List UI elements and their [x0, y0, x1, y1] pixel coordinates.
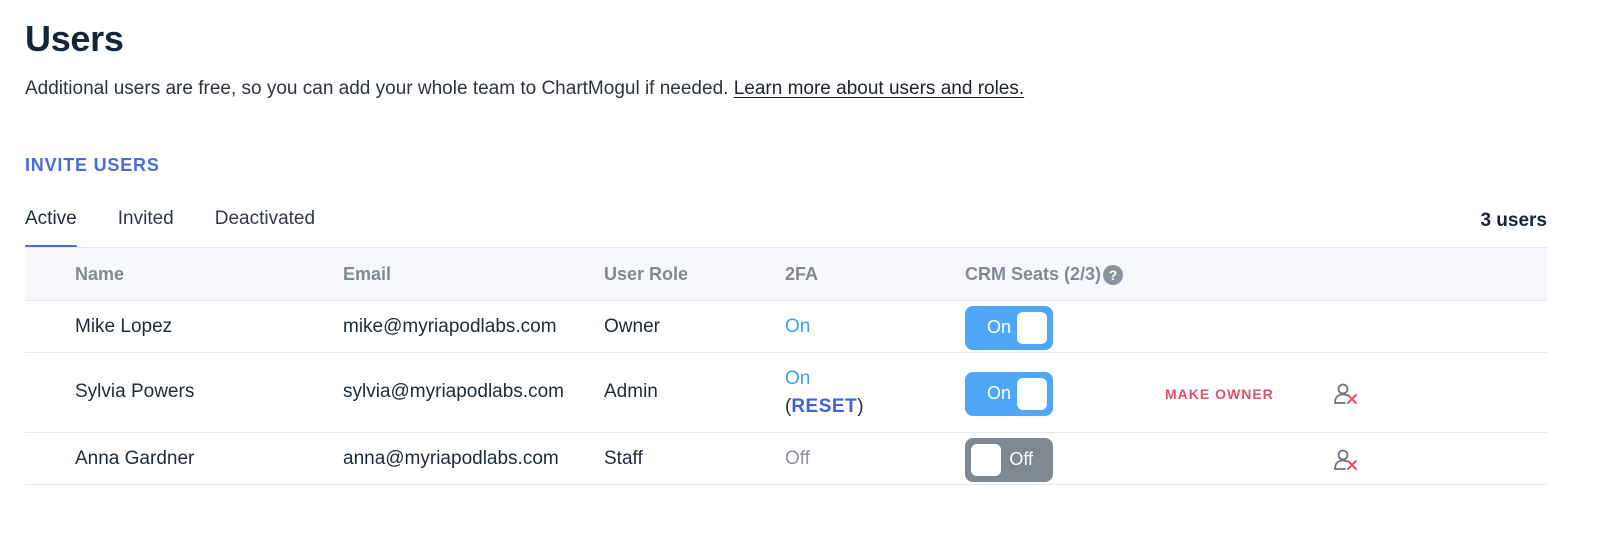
user-role: Admin — [604, 381, 658, 402]
user-name: Mike Lopez — [75, 316, 173, 337]
user-role: Staff — [604, 448, 643, 469]
column-header-2fa: 2FA — [785, 264, 819, 284]
column-header-crm-seats: CRM Seats (2/3) ? — [965, 264, 1124, 285]
table-row: Sylvia Powers sylvia@myriapodlabs.com Ad… — [25, 353, 1547, 433]
table-row: Mike Lopez mike@myriapodlabs.com Owner O… — [25, 301, 1547, 353]
column-header-role: User Role — [604, 264, 689, 284]
crm-seat-toggle[interactable]: On — [965, 306, 1053, 350]
toggle-label: Off — [1009, 449, 1033, 469]
toggle-knob — [971, 444, 1001, 476]
question-circle-icon[interactable]: ? — [1103, 264, 1124, 285]
toggle-knob — [1017, 378, 1047, 410]
toggle-label: On — [987, 383, 1012, 403]
remove-user-icon[interactable] — [1333, 381, 1359, 407]
crm-seat-toggle[interactable]: Off — [965, 438, 1053, 482]
column-header-name: Name — [75, 264, 125, 284]
user-role: Owner — [604, 316, 660, 337]
table-row: Anna Gardner anna@myriapodlabs.com Staff… — [25, 433, 1547, 485]
users-table: Name Email User Role 2FA CRM Seats (2/3)… — [25, 247, 1547, 485]
reset-2fa-button[interactable]: RESET — [791, 396, 857, 417]
toggle-label: On — [987, 317, 1012, 337]
user-name: Sylvia Powers — [75, 381, 195, 402]
table-header: Name Email User Role 2FA CRM Seats (2/3)… — [25, 247, 1547, 301]
user-status-tabs: Active Invited Deactivated — [25, 208, 356, 248]
invite-users-link[interactable]: INVITE USERS — [25, 155, 160, 176]
user-count: 3 users — [1480, 210, 1547, 231]
intro-description: Additional users are free, so you can ad… — [25, 78, 729, 99]
user-name: Anna Gardner — [75, 448, 195, 469]
user-email: anna@myriapodlabs.com — [343, 448, 559, 469]
remove-user-icon[interactable] — [1333, 447, 1359, 473]
column-header-email: Email — [343, 264, 392, 284]
learn-more-link[interactable]: Learn more about users and roles. — [734, 78, 1024, 99]
intro-text: Additional users are free, so you can ad… — [25, 78, 1024, 100]
user-email: sylvia@myriapodlabs.com — [343, 381, 564, 402]
crm-seat-toggle[interactable]: On — [965, 372, 1053, 416]
tab-deactivated[interactable]: Deactivated — [215, 208, 315, 248]
make-owner-button[interactable]: MAKE OWNER — [1165, 386, 1274, 402]
two-factor-status: On — [785, 316, 811, 337]
toggle-knob — [1017, 312, 1047, 344]
tab-active[interactable]: Active — [25, 208, 77, 248]
page-title: Users — [25, 18, 124, 59]
two-factor-status: On — [785, 368, 811, 389]
tab-invited[interactable]: Invited — [118, 208, 174, 248]
two-factor-status: Off — [785, 448, 810, 469]
user-email: mike@myriapodlabs.com — [343, 316, 557, 337]
two-factor-reset: (RESET) — [785, 396, 864, 417]
crm-seats-label: CRM Seats (2/3) — [965, 264, 1102, 284]
